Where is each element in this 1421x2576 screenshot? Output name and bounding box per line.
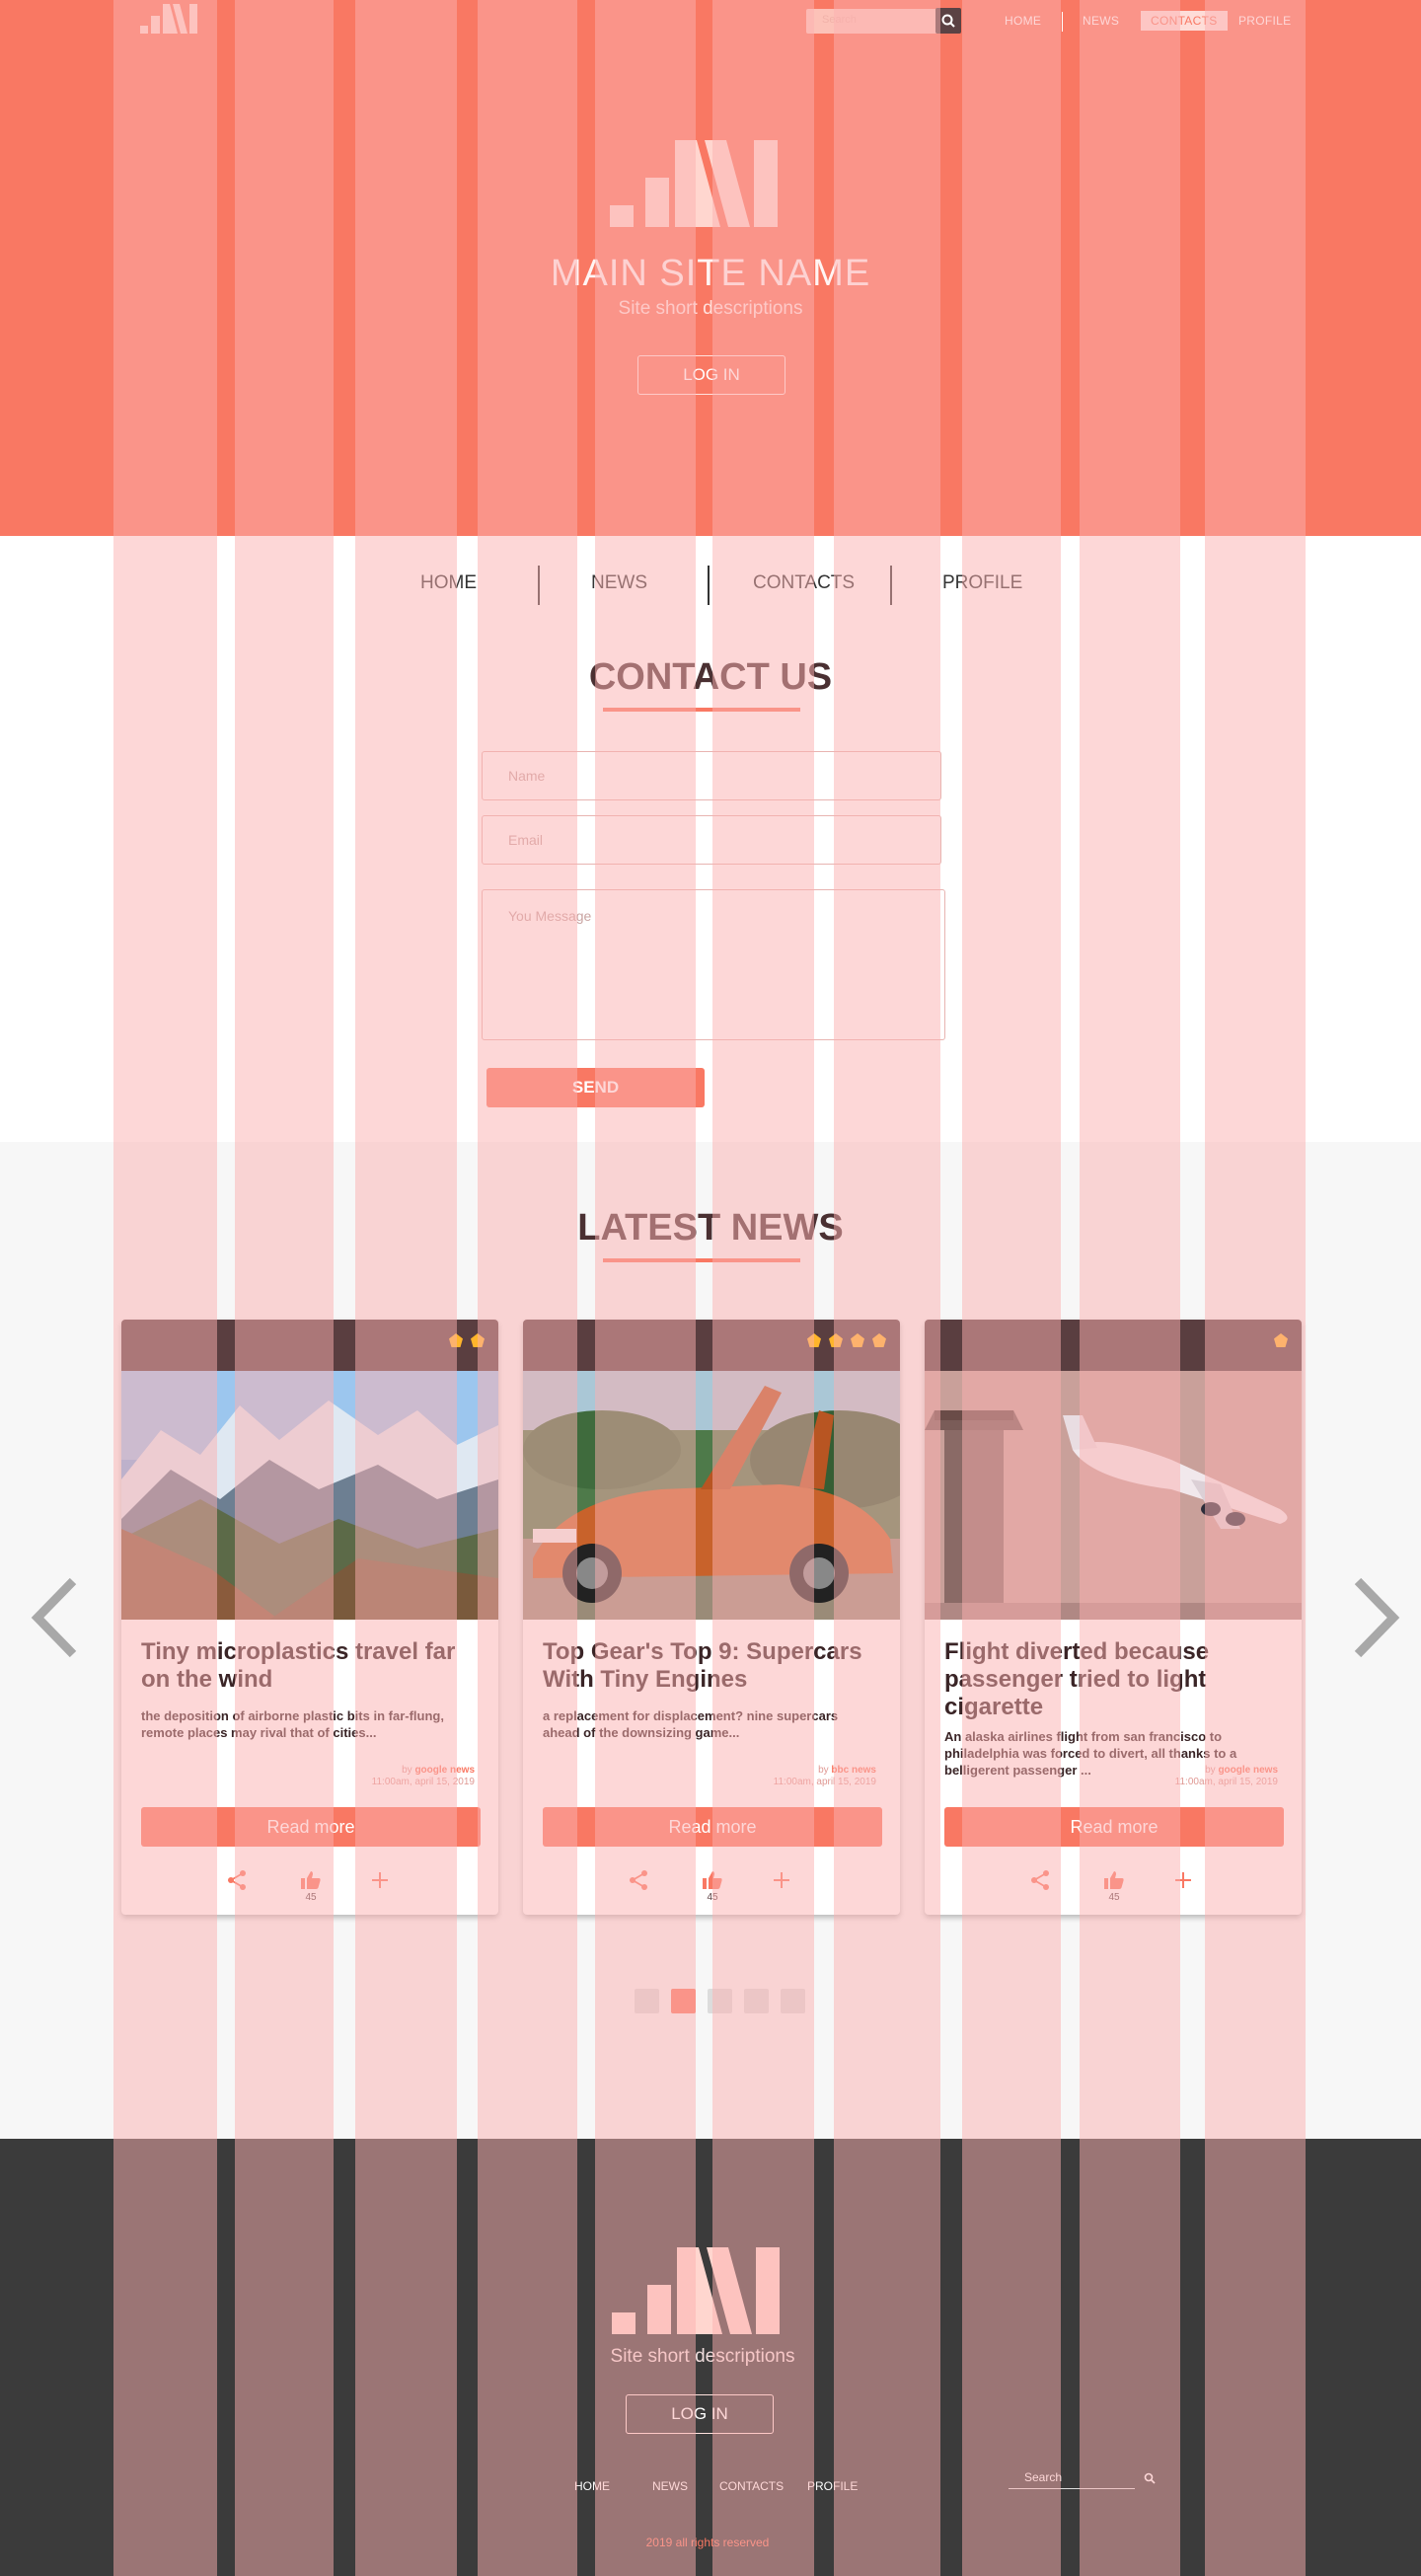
pagination-dot[interactable] — [708, 1989, 732, 2013]
thumbs-up-icon[interactable] — [299, 1868, 323, 1892]
card-by: by — [1205, 1765, 1216, 1776]
card-description: the deposition of airborne plastic bits … — [141, 1708, 444, 1740]
star-icon — [471, 1333, 485, 1347]
carousel-next-arrow-icon[interactable] — [1352, 1577, 1401, 1658]
share-icon[interactable] — [627, 1868, 650, 1892]
card-description: a replacement for displacement? nine sup… — [543, 1708, 839, 1740]
share-icon[interactable] — [1028, 1868, 1052, 1892]
supercar-image — [523, 1371, 900, 1620]
copyright: 2019 all rights reserved — [645, 2536, 770, 2549]
card-title[interactable]: Flight diverted because passenger tried … — [944, 1638, 1290, 1721]
site-logo-icon[interactable] — [140, 4, 199, 34]
news-title: LATEST NEWS — [577, 1207, 844, 1249]
card-meta: by bbc news 11:00am, april 15, 2019 — [774, 1765, 876, 1788]
card-meta: by google news 11:00am, april 15, 2019 — [1175, 1765, 1278, 1788]
card-header — [925, 1320, 1302, 1371]
mountains-image — [121, 1371, 498, 1620]
hero-login-button[interactable]: LOG IN — [637, 355, 785, 395]
news-card: Flight diverted because passenger tried … — [925, 1320, 1302, 1915]
main-nav-divider — [708, 566, 710, 605]
star-icon — [449, 1333, 463, 1347]
star-icon — [1274, 1333, 1288, 1347]
pagination-dot[interactable] — [744, 1989, 769, 2013]
header-search-button[interactable] — [935, 8, 961, 34]
header-nav-profile[interactable]: PROFILE — [1238, 14, 1291, 28]
like-count: 45 — [707, 1892, 718, 1903]
card-time: 11:00am, april 15, 2019 — [371, 1777, 475, 1787]
main-nav-news[interactable]: NEWS — [591, 572, 647, 594]
site-subtitle: Site short descriptions — [618, 298, 803, 319]
main-nav-home[interactable]: HOME — [420, 572, 477, 594]
carousel-pagination — [635, 1989, 805, 2013]
like-count: 45 — [305, 1892, 317, 1903]
star-icon — [829, 1333, 843, 1347]
card-meta: by google news 11:00am, april 15, 2019 — [372, 1765, 475, 1788]
plus-icon[interactable] — [1171, 1868, 1195, 1892]
email-field[interactable]: Email — [482, 815, 941, 865]
carousel-prev-arrow-icon[interactable] — [30, 1577, 79, 1658]
pagination-dot[interactable] — [635, 1989, 659, 2013]
share-icon[interactable] — [225, 1868, 249, 1892]
footer-nav-news[interactable]: NEWS — [652, 2479, 688, 2493]
hero-logo-icon — [610, 140, 778, 227]
rating-stars — [449, 1333, 485, 1347]
thumbs-up-icon[interactable] — [1102, 1868, 1126, 1892]
star-icon — [872, 1333, 886, 1347]
read-more-button[interactable]: Read more — [141, 1807, 481, 1847]
news-card: Top Gear's Top 9: Supercars With Tiny En… — [523, 1320, 900, 1915]
main-nav-divider — [538, 566, 540, 605]
card-by: by — [818, 1765, 829, 1776]
footer-nav-profile[interactable]: PROFILE — [807, 2479, 858, 2493]
title-underline — [603, 1258, 800, 1262]
header-nav-home[interactable]: HOME — [1005, 14, 1041, 28]
search-icon — [941, 14, 955, 28]
footer-logo-icon — [612, 2247, 780, 2334]
send-button[interactable]: SEND — [486, 1068, 705, 1107]
footer-nav-contacts[interactable]: CONTACTS — [719, 2479, 784, 2493]
search-icon[interactable] — [1143, 2471, 1157, 2485]
plus-icon[interactable] — [770, 1868, 793, 1892]
read-more-button[interactable]: Read more — [944, 1807, 1284, 1847]
plus-icon[interactable] — [368, 1868, 392, 1892]
footer-login-button[interactable]: LOG IN — [626, 2394, 774, 2434]
main-nav-profile[interactable]: PROFILE — [942, 572, 1022, 594]
main-nav-contacts[interactable]: CONTACTS — [753, 572, 855, 594]
footer-search-input[interactable]: Search — [1009, 2470, 1135, 2489]
message-field[interactable]: You Message — [482, 889, 945, 1040]
card-source[interactable]: google news — [1218, 1765, 1278, 1776]
star-icon — [851, 1333, 864, 1347]
header-nav-contacts[interactable]: CONTACTS — [1141, 11, 1228, 31]
read-more-button[interactable]: Read more — [543, 1807, 882, 1847]
card-by: by — [402, 1765, 412, 1776]
pagination-dot[interactable] — [781, 1989, 805, 2013]
card-title[interactable]: Top Gear's Top 9: Supercars With Tiny En… — [543, 1638, 888, 1694]
nav-divider — [1062, 12, 1063, 32]
card-title[interactable]: Tiny microplastics travel far on the win… — [141, 1638, 486, 1694]
header-search-input[interactable]: Search — [806, 9, 936, 34]
card-header — [121, 1320, 498, 1371]
pagination-dot-active[interactable] — [671, 1989, 696, 2013]
star-icon — [807, 1333, 821, 1347]
airplane-image — [925, 1371, 1302, 1620]
header-nav-news[interactable]: NEWS — [1083, 14, 1119, 28]
footer-subtitle: Site short descriptions — [610, 2346, 795, 2367]
news-card: Tiny microplastics travel far on the win… — [121, 1320, 498, 1915]
footer-nav-home[interactable]: HOME — [574, 2479, 610, 2493]
card-time: 11:00am, april 15, 2019 — [1174, 1777, 1278, 1787]
rating-stars — [807, 1333, 886, 1347]
rating-stars — [1274, 1333, 1288, 1347]
thumbs-up-icon[interactable] — [701, 1868, 724, 1892]
card-header — [523, 1320, 900, 1371]
site-title: MAIN SITE NAME — [550, 253, 871, 294]
card-source[interactable]: google news — [414, 1765, 475, 1776]
like-count: 45 — [1108, 1892, 1120, 1903]
card-source[interactable]: bbc news — [831, 1765, 876, 1776]
contact-title: CONTACT US — [588, 656, 833, 698]
main-nav-divider — [890, 566, 892, 605]
title-underline — [603, 708, 800, 712]
name-field[interactable]: Name — [482, 751, 941, 800]
card-time: 11:00am, april 15, 2019 — [773, 1777, 876, 1787]
